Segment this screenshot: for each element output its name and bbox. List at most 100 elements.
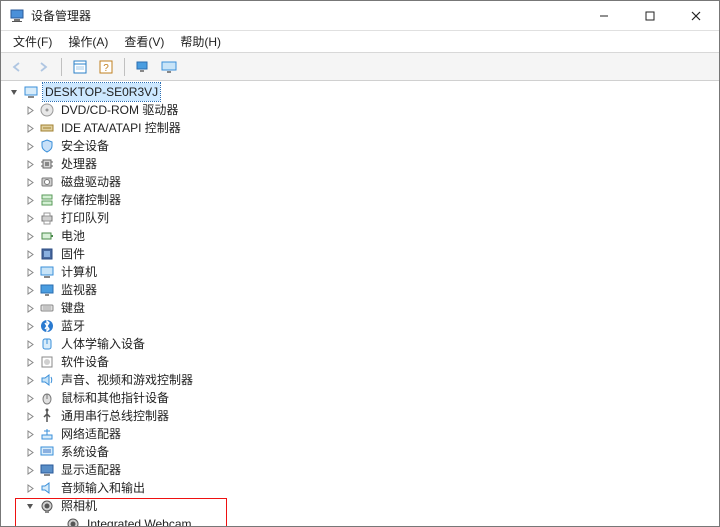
tree-category[interactable]: 通用串行总线控制器 xyxy=(1,407,719,425)
tree-category-label: 照相机 xyxy=(59,497,99,515)
expander-closed-icon[interactable] xyxy=(23,229,37,243)
expander-closed-icon[interactable] xyxy=(23,247,37,261)
help-icon: ? xyxy=(98,59,114,75)
expander-open-icon[interactable] xyxy=(7,85,21,99)
tree-category[interactable]: 网络适配器 xyxy=(1,425,719,443)
expander-closed-icon[interactable] xyxy=(23,409,37,423)
window-title: 设备管理器 xyxy=(31,7,581,24)
tree-category[interactable]: DVD/CD-ROM 驱动器 xyxy=(1,101,719,119)
monitor-icon xyxy=(161,59,177,75)
expander-closed-icon[interactable] xyxy=(23,337,37,351)
audio-icon xyxy=(39,480,55,496)
tree-category-label: 人体学输入设备 xyxy=(59,335,147,353)
expander-closed-icon[interactable] xyxy=(23,391,37,405)
menu-action[interactable]: 操作(A) xyxy=(60,31,116,52)
properties-button[interactable] xyxy=(68,56,92,78)
tree-category-camera[interactable]: 照相机 xyxy=(1,497,719,515)
help-button[interactable]: ? xyxy=(94,56,118,78)
expander-closed-icon[interactable] xyxy=(23,211,37,225)
tree-category[interactable]: 磁盘驱动器 xyxy=(1,173,719,191)
maximize-button[interactable] xyxy=(627,1,673,31)
nav-back-button[interactable] xyxy=(5,56,29,78)
tree-category[interactable]: 键盘 xyxy=(1,299,719,317)
tree-category-label: 音频输入和输出 xyxy=(59,479,147,497)
tree-category[interactable]: 固件 xyxy=(1,245,719,263)
nav-forward-button[interactable] xyxy=(31,56,55,78)
display-icon xyxy=(39,462,55,478)
tree-device-label: Integrated Webcam xyxy=(85,515,194,526)
tree-category-label: 处理器 xyxy=(59,155,99,173)
expander-closed-icon[interactable] xyxy=(23,103,37,117)
menu-view[interactable]: 查看(V) xyxy=(116,31,172,52)
window-controls xyxy=(581,1,719,31)
disk-icon xyxy=(39,174,55,190)
usb-icon xyxy=(39,408,55,424)
expander-closed-icon[interactable] xyxy=(23,157,37,171)
expander-closed-icon[interactable] xyxy=(23,283,37,297)
tree-category-label: 鼠标和其他指针设备 xyxy=(59,389,171,407)
tree-category[interactable]: 计算机 xyxy=(1,263,719,281)
tree-category-label: 安全设备 xyxy=(59,137,111,155)
expander-closed-icon[interactable] xyxy=(23,373,37,387)
toolbar: ? xyxy=(1,53,719,81)
tree-category-label: 电池 xyxy=(59,227,87,245)
expander-closed-icon[interactable] xyxy=(23,139,37,153)
bluetooth-icon xyxy=(39,318,55,334)
view-devices-icon xyxy=(135,59,151,75)
tree-category[interactable]: 显示适配器 xyxy=(1,461,719,479)
show-hidden-button[interactable] xyxy=(157,56,181,78)
arrow-right-icon xyxy=(36,60,50,74)
tree-category-label: 网络适配器 xyxy=(59,425,123,443)
expander-closed-icon[interactable] xyxy=(23,193,37,207)
expander-closed-icon[interactable] xyxy=(23,427,37,441)
expander-closed-icon[interactable] xyxy=(23,175,37,189)
expander-closed-icon[interactable] xyxy=(23,355,37,369)
tree-category-label: 蓝牙 xyxy=(59,317,87,335)
tree-device-webcam[interactable]: Integrated Webcam xyxy=(1,515,719,526)
expander-closed-icon[interactable] xyxy=(23,319,37,333)
tree-category[interactable]: 存储控制器 xyxy=(1,191,719,209)
arrow-left-icon xyxy=(10,60,24,74)
monitor-icon xyxy=(39,282,55,298)
tree-category[interactable]: 打印队列 xyxy=(1,209,719,227)
tree-category[interactable]: 处理器 xyxy=(1,155,719,173)
expander-closed-icon[interactable] xyxy=(23,463,37,477)
tree-category[interactable]: 蓝牙 xyxy=(1,317,719,335)
tree-category[interactable]: 鼠标和其他指针设备 xyxy=(1,389,719,407)
close-button[interactable] xyxy=(673,1,719,31)
tree-category[interactable]: 人体学输入设备 xyxy=(1,335,719,353)
expander-closed-icon[interactable] xyxy=(23,445,37,459)
properties-icon xyxy=(72,59,88,75)
toolbar-separator xyxy=(61,58,62,76)
tree-category[interactable]: 软件设备 xyxy=(1,353,719,371)
software-icon xyxy=(39,354,55,370)
tree-category-label: 软件设备 xyxy=(59,353,111,371)
tree-category-label: 通用串行总线控制器 xyxy=(59,407,171,425)
tree-category-label: DVD/CD-ROM 驱动器 xyxy=(59,101,180,119)
minimize-button[interactable] xyxy=(581,1,627,31)
tree-category[interactable]: 监视器 xyxy=(1,281,719,299)
tree-category-label: 系统设备 xyxy=(59,443,111,461)
expander-closed-icon[interactable] xyxy=(23,265,37,279)
tree-root[interactable]: DESKTOP-SE0R3VJ xyxy=(1,83,719,101)
tree-category[interactable]: 音频输入和输出 xyxy=(1,479,719,497)
tree-category[interactable]: 电池 xyxy=(1,227,719,245)
tree-category[interactable]: IDE ATA/ATAPI 控制器 xyxy=(1,119,719,137)
svg-text:?: ? xyxy=(103,63,109,74)
expander-closed-icon[interactable] xyxy=(23,301,37,315)
keyboard-icon xyxy=(39,300,55,316)
expander-closed-icon[interactable] xyxy=(23,481,37,495)
expander-open-icon[interactable] xyxy=(23,499,37,513)
tree-category-label: 声音、视频和游戏控制器 xyxy=(59,371,195,389)
tree-category[interactable]: 声音、视频和游戏控制器 xyxy=(1,371,719,389)
toolbar-separator xyxy=(124,58,125,76)
expander-closed-icon[interactable] xyxy=(23,121,37,135)
tree-category[interactable]: 系统设备 xyxy=(1,443,719,461)
menu-file[interactable]: 文件(F) xyxy=(5,31,60,52)
camera-icon xyxy=(39,498,55,514)
menu-help[interactable]: 帮助(H) xyxy=(172,31,229,52)
tree-category-label: 监视器 xyxy=(59,281,99,299)
device-tree[interactable]: DESKTOP-SE0R3VJ DVD/CD-ROM 驱动器IDE ATA/AT… xyxy=(1,81,719,526)
tree-category[interactable]: 安全设备 xyxy=(1,137,719,155)
view-devices-button[interactable] xyxy=(131,56,155,78)
